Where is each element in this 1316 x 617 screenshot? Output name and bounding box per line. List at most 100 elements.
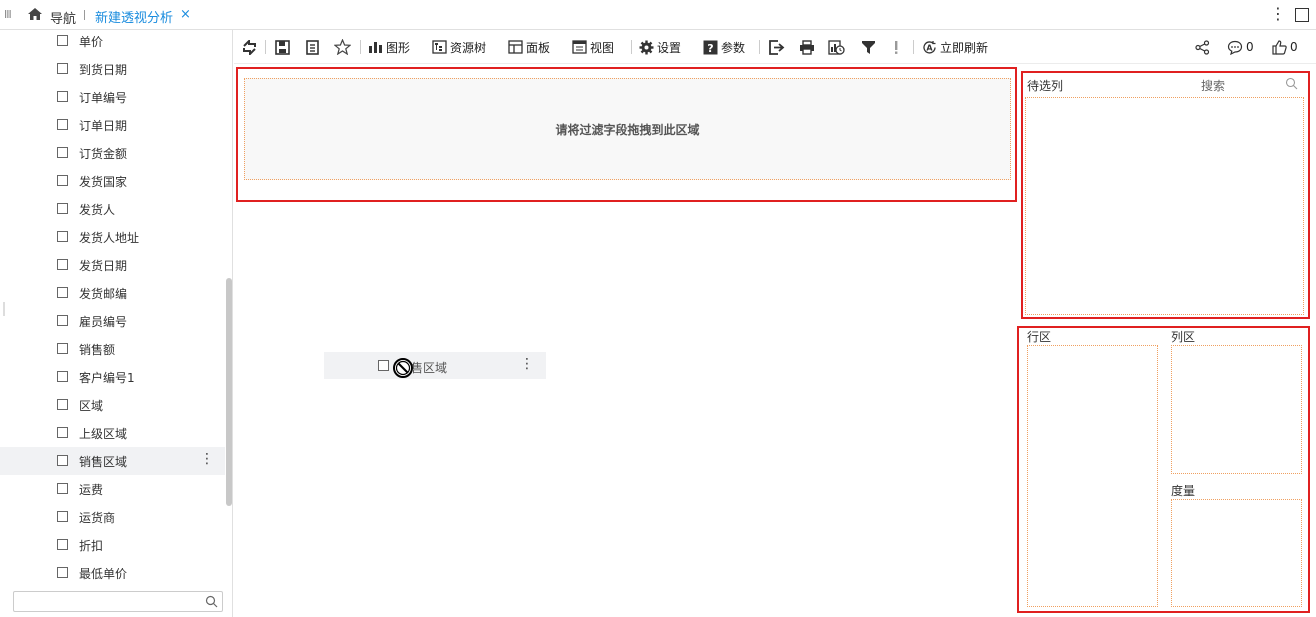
field-list-item[interactable]: 发货人地址 <box>0 223 225 251</box>
print-icon[interactable] <box>799 38 815 56</box>
field-label: 销售区域 <box>79 455 128 469</box>
chart-button[interactable]: 图形 <box>368 38 410 56</box>
close-tab-icon[interactable]: × <box>180 7 191 22</box>
field-checkbox[interactable] <box>57 147 68 158</box>
comment-button[interactable]: 0 <box>1227 38 1254 56</box>
field-list-item[interactable]: 订单编号 <box>0 83 225 111</box>
tab-new-pivot-analysis[interactable]: 新建透视分析 <box>95 7 173 26</box>
field-checkbox[interactable] <box>57 455 68 466</box>
svg-text:?: ? <box>707 42 713 55</box>
field-checkbox[interactable] <box>57 287 68 298</box>
field-label: 订单编号 <box>79 91 128 105</box>
more-vertical-icon[interactable]: ⋮ <box>1270 4 1286 23</box>
field-list-scrollbar[interactable] <box>226 278 232 506</box>
field-list-item[interactable]: 客户编号1 <box>0 363 225 391</box>
favorite-star-icon[interactable] <box>334 38 351 56</box>
field-list-item[interactable]: 单价 <box>0 30 225 55</box>
field-list-item[interactable]: 上级区域 <box>0 419 225 447</box>
field-checkbox[interactable] <box>57 483 68 494</box>
toolbar-divider <box>265 40 266 54</box>
field-checkbox[interactable] <box>57 315 68 326</box>
measure-zone-drop-area[interactable] <box>1171 499 1302 607</box>
like-button[interactable]: 0 <box>1272 38 1298 56</box>
field-checkbox[interactable] <box>57 427 68 438</box>
search-icon[interactable] <box>205 595 218 608</box>
search-icon[interactable] <box>1285 77 1298 90</box>
field-search-input[interactable] <box>13 591 223 612</box>
field-list-item[interactable]: 最低单价 <box>0 559 225 587</box>
maximize-icon[interactable] <box>1295 8 1309 22</box>
field-label: 上级区域 <box>79 427 128 441</box>
column-zone-drop-area[interactable] <box>1171 345 1302 474</box>
field-checkbox[interactable] <box>57 371 68 382</box>
row-zone-label: 行区 <box>1027 330 1052 344</box>
field-list-item[interactable]: 订货金额 <box>0 139 225 167</box>
field-checkbox[interactable] <box>57 539 68 550</box>
refresh-now-button-label: 立即刷新 <box>940 40 989 55</box>
field-checkbox[interactable] <box>57 203 68 214</box>
save-icon[interactable] <box>275 38 290 56</box>
field-list-item[interactable]: 运费 <box>0 475 225 503</box>
field-menu-icon[interactable]: ⋮ <box>200 451 214 467</box>
field-list-item[interactable]: 折扣 <box>0 531 225 559</box>
measure-zone-label: 度量 <box>1171 484 1196 498</box>
field-list-item[interactable]: 区域 <box>0 391 225 419</box>
schedule-report-icon[interactable] <box>828 38 845 56</box>
field-list-item[interactable]: 发货国家 <box>0 167 225 195</box>
field-checkbox[interactable] <box>57 259 68 270</box>
field-checkbox[interactable] <box>57 343 68 354</box>
field-checkbox[interactable] <box>57 399 68 410</box>
field-checkbox[interactable] <box>57 567 68 578</box>
field-checkbox[interactable] <box>57 511 68 522</box>
refresh-icon[interactable] <box>242 38 257 56</box>
filter-drop-zone[interactable]: 请将过滤字段拖拽到此区域 <box>244 78 1011 180</box>
field-checkbox[interactable] <box>57 175 68 186</box>
candidate-columns-drop-zone[interactable] <box>1025 97 1304 315</box>
candidate-search-input[interactable]: 搜索 <box>1201 77 1225 94</box>
field-list-item[interactable]: 到货日期 <box>0 55 225 83</box>
home-icon[interactable] <box>27 7 43 21</box>
field-list-item[interactable]: 销售区域 ⋮ <box>0 447 225 475</box>
menu-icon[interactable]: III <box>4 8 12 21</box>
thumbs-up-icon <box>1272 39 1287 55</box>
alert-exclamation-icon[interactable] <box>893 38 899 56</box>
field-label: 发货国家 <box>79 175 128 189</box>
resource-tree-button[interactable]: 资源树 <box>432 38 486 56</box>
settings-button-label: 设置 <box>657 40 682 55</box>
view-button[interactable]: 视图 <box>572 38 614 56</box>
dragging-field-ghost[interactable]: 售区域 ⋮ <box>324 352 546 379</box>
field-list-item[interactable]: 发货邮编 <box>0 279 225 307</box>
field-label: 运货商 <box>79 511 116 525</box>
field-label: 销售额 <box>79 343 116 357</box>
share-icon[interactable] <box>1195 38 1210 56</box>
field-checkbox[interactable] <box>57 35 68 46</box>
panel-button[interactable]: 面板 <box>508 38 550 56</box>
field-checkbox[interactable] <box>57 231 68 242</box>
field-checkbox[interactable] <box>57 63 68 74</box>
toolbar-divider <box>913 40 914 54</box>
save-as-icon[interactable] <box>305 38 320 56</box>
field-list-item[interactable]: 雇员编号 <box>0 307 225 335</box>
settings-button[interactable]: 设置 <box>639 38 681 56</box>
field-list-item[interactable]: 运货商 <box>0 503 225 531</box>
toolbar-divider <box>759 40 760 54</box>
field-checkbox[interactable] <box>57 119 68 130</box>
refresh-now-button[interactable]: A 立即刷新 <box>922 38 988 56</box>
auto-refresh-icon: A <box>923 40 936 54</box>
field-label: 发货人地址 <box>79 231 140 245</box>
field-list-item[interactable]: 销售额 <box>0 335 225 363</box>
params-button[interactable]: ? 参数 <box>703 38 745 56</box>
field-list-item[interactable]: 发货日期 <box>0 251 225 279</box>
comment-icon <box>1227 40 1243 55</box>
export-icon[interactable] <box>769 38 785 56</box>
field-checkbox[interactable] <box>57 91 68 102</box>
nav-tab-label[interactable]: 导航 <box>50 8 76 27</box>
field-list-item[interactable]: 订单日期 <box>0 111 225 139</box>
field-label: 订货金额 <box>79 147 128 161</box>
field-list-item[interactable]: 发货人 <box>0 195 225 223</box>
help-question-icon: ? <box>703 40 718 55</box>
no-drop-cursor-icon <box>393 358 413 378</box>
filter-icon[interactable] <box>861 38 876 56</box>
row-zone-drop-area[interactable] <box>1027 345 1158 607</box>
field-checkbox <box>378 360 389 371</box>
